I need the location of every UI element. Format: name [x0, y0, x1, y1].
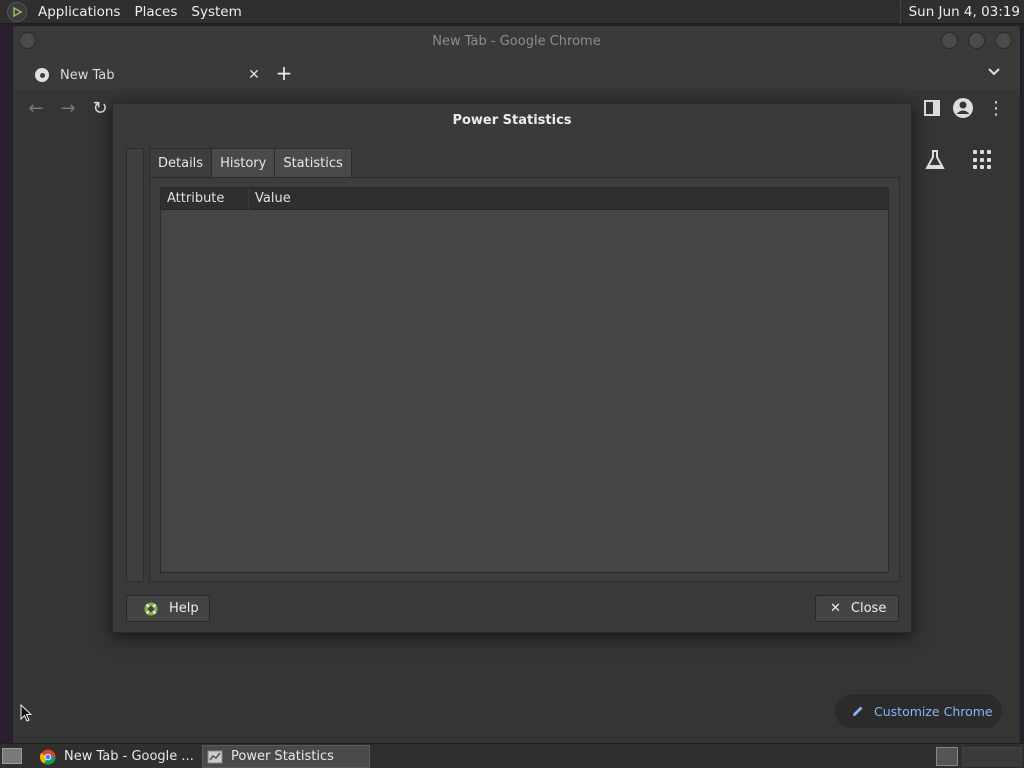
power-statistics-dialog: Power Statistics Details History Statist… — [112, 103, 912, 633]
tab-label: New Tab — [60, 67, 115, 83]
menu-system[interactable]: System — [184, 4, 248, 20]
top-panel: Applications Places System Sun Jun 4, 03… — [0, 0, 1024, 24]
chrome-titlebar[interactable]: New Tab - Google Chrome — [13, 26, 1020, 58]
show-desktop-icon[interactable] — [2, 748, 22, 764]
taskbar-label-power-statistics: Power Statistics — [231, 749, 334, 764]
menu-logo-icon[interactable] — [7, 1, 27, 22]
taskbar-item-chrome[interactable]: New Tab - Google ... — [36, 745, 196, 768]
workspace-2[interactable] — [962, 747, 1022, 766]
tab-new-tab[interactable]: New Tab ✕ — [21, 60, 265, 90]
reload-icon[interactable]: ↻ — [89, 98, 111, 120]
tab-search-icon[interactable] — [986, 64, 1002, 80]
chrome-app-icon — [40, 749, 56, 765]
dialog-body: Details History Statistics Attribute Val… — [126, 148, 900, 582]
workspace-1[interactable] — [936, 747, 958, 766]
notebook-tabs: Details History Statistics — [149, 148, 352, 178]
chrome-window-title: New Tab - Google Chrome — [432, 34, 601, 49]
close-label: Close — [850, 601, 887, 616]
tab-statistics[interactable]: Statistics — [274, 148, 352, 178]
tab-close-icon[interactable]: ✕ — [243, 64, 265, 86]
details-table[interactable]: Attribute Value — [160, 187, 889, 573]
menu-applications[interactable]: Applications — [31, 4, 127, 20]
kebab-menu-icon[interactable]: ⋮ — [985, 98, 1007, 120]
new-tab-icon[interactable]: + — [271, 60, 297, 86]
chrome-favicon-icon — [35, 68, 49, 82]
help-button[interactable]: Help — [126, 595, 210, 622]
close-button[interactable]: ✕ Close — [815, 595, 899, 622]
window-close-icon[interactable] — [995, 32, 1012, 49]
google-apps-icon[interactable] — [973, 150, 993, 170]
customize-chrome-button[interactable]: Customize Chrome — [835, 694, 1002, 728]
minimize-icon[interactable] — [941, 32, 958, 49]
column-header-value[interactable]: Value — [249, 188, 291, 210]
pencil-icon — [853, 706, 863, 716]
maximize-icon[interactable] — [968, 32, 985, 49]
bottom-taskbar: New Tab - Google ... Power Statistics — [0, 743, 1024, 768]
profile-icon[interactable] — [952, 97, 974, 119]
help-label: Help — [169, 601, 199, 616]
table-header: Attribute Value — [161, 188, 888, 210]
labs-flask-icon[interactable] — [923, 148, 947, 172]
help-lifebuoy-icon — [144, 602, 158, 615]
tab-details[interactable]: Details — [149, 148, 213, 178]
dialog-title: Power Statistics — [452, 113, 572, 128]
clock[interactable]: Sun Jun 4, 03:19 — [899, 0, 1020, 24]
mouse-cursor-icon — [20, 704, 32, 722]
side-panel-icon[interactable] — [923, 99, 941, 117]
customize-chrome-label: Customize Chrome — [874, 703, 993, 719]
details-panel: Attribute Value — [149, 177, 900, 582]
close-x-icon: ✕ — [830, 601, 841, 616]
power-statistics-app-icon — [207, 750, 223, 763]
taskbar-item-power-statistics[interactable]: Power Statistics — [202, 745, 370, 768]
menu-places[interactable]: Places — [127, 4, 184, 20]
back-icon[interactable]: ← — [25, 98, 47, 120]
column-header-attribute[interactable]: Attribute — [161, 188, 249, 210]
taskbar-label-chrome: New Tab - Google ... — [64, 749, 194, 764]
tab-history[interactable]: History — [211, 148, 276, 178]
device-list-pane[interactable] — [126, 148, 144, 582]
forward-icon[interactable]: → — [57, 98, 79, 120]
